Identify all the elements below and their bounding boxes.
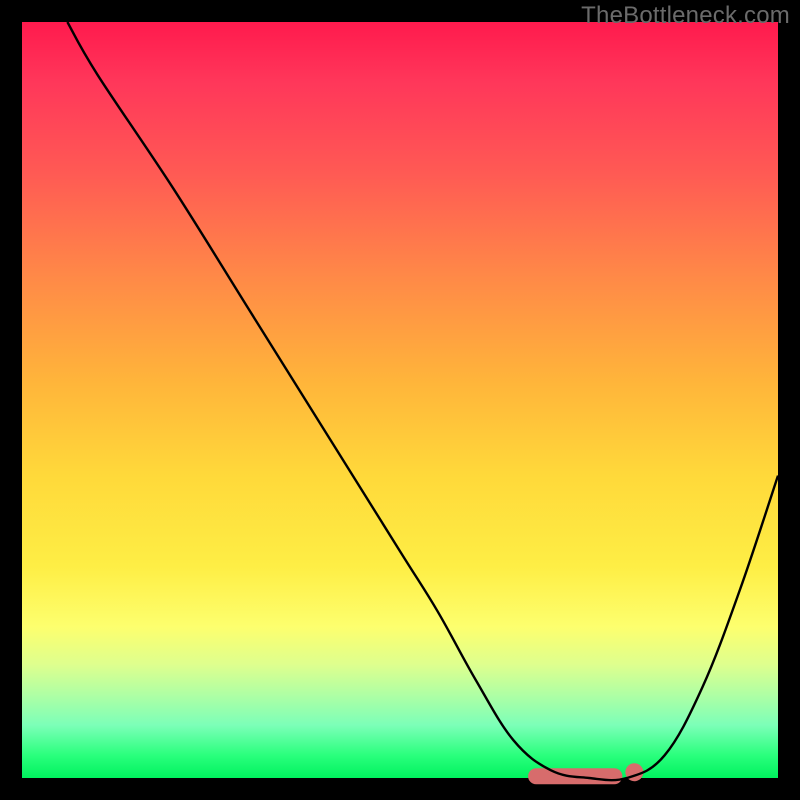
bottleneck-curve (67, 22, 778, 780)
curve-layer (22, 22, 778, 778)
chart-frame: TheBottleneck.com (0, 0, 800, 800)
plot-area (22, 22, 778, 778)
